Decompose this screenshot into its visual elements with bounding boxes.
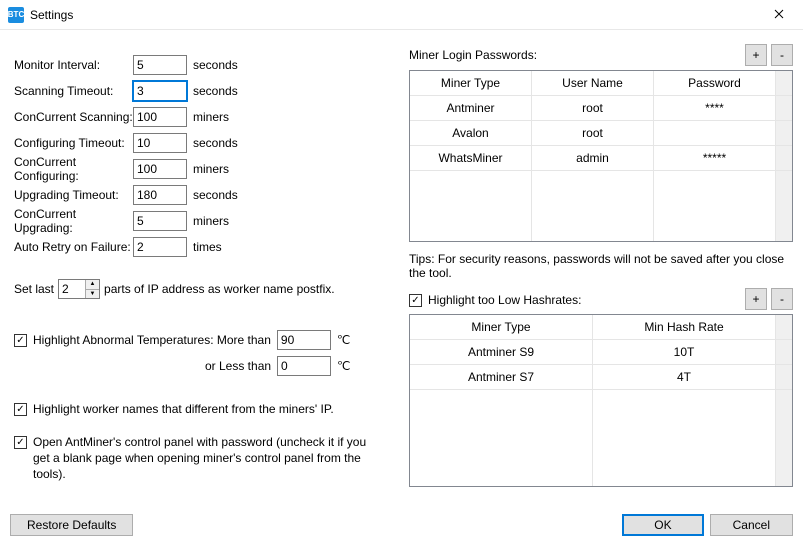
hashrate-remove-button[interactable]: - bbox=[771, 288, 793, 310]
login-hdr-pass: Password bbox=[654, 71, 776, 96]
upgrading-timeout-label: Upgrading Timeout: bbox=[10, 188, 133, 202]
table-row: Avalon root bbox=[410, 121, 792, 146]
hashrate-table[interactable]: Miner Type Min Hash Rate Antminer S9 10T… bbox=[409, 314, 793, 487]
configuring-timeout-unit: seconds bbox=[193, 136, 238, 150]
configuring-timeout-label: Configuring Timeout: bbox=[10, 136, 133, 150]
deg-c-1: ℃ bbox=[337, 333, 350, 347]
highlight-hashrate-checkbox[interactable] bbox=[409, 294, 422, 307]
cancel-button[interactable]: Cancel bbox=[710, 514, 793, 536]
login-cell[interactable]: Antminer bbox=[410, 96, 532, 121]
login-cell[interactable]: **** bbox=[654, 96, 776, 121]
highlight-temp-checkbox[interactable] bbox=[14, 334, 27, 347]
titlebar: BTC Settings bbox=[0, 0, 803, 30]
configuring-timeout-input[interactable] bbox=[133, 133, 187, 153]
login-remove-button[interactable]: - bbox=[771, 44, 793, 66]
spin-down-icon[interactable]: ▼ bbox=[85, 290, 99, 299]
table-row: Antminer S9 10T bbox=[410, 340, 792, 365]
table-row: Antminer root **** bbox=[410, 96, 792, 121]
tips-text: Tips: For security reasons, passwords wi… bbox=[409, 252, 793, 280]
login-cell[interactable]: root bbox=[532, 96, 654, 121]
hashrate-add-button[interactable]: + bbox=[745, 288, 767, 310]
concurrent-upgrading-input[interactable] bbox=[133, 211, 187, 231]
monitor-interval-input[interactable] bbox=[133, 55, 187, 75]
upgrading-timeout-input[interactable] bbox=[133, 185, 187, 205]
set-last-input[interactable] bbox=[59, 280, 85, 298]
login-hdr-user: User Name bbox=[532, 71, 654, 96]
or-less-label: or Less than bbox=[205, 359, 271, 373]
hash-cell[interactable]: 4T bbox=[593, 365, 776, 390]
table-row: Antminer S7 4T bbox=[410, 365, 792, 390]
login-cell[interactable]: root bbox=[532, 121, 654, 146]
table-empty bbox=[410, 171, 792, 241]
concurrent-upgrading-label: ConCurrent Upgrading: bbox=[10, 207, 133, 235]
temp-less-input[interactable] bbox=[277, 356, 331, 376]
spin-up-icon[interactable]: ▲ bbox=[85, 280, 99, 290]
temp-more-input[interactable] bbox=[277, 330, 331, 350]
login-cell[interactable]: WhatsMiner bbox=[410, 146, 532, 171]
scrollbar[interactable] bbox=[776, 315, 792, 340]
scanning-timeout-input[interactable] bbox=[133, 81, 187, 101]
hash-cell[interactable]: Antminer S9 bbox=[410, 340, 593, 365]
highlight-hashrate-label: Highlight too Low Hashrates: bbox=[428, 293, 581, 307]
ok-button[interactable]: OK bbox=[622, 514, 703, 536]
scrollbar[interactable] bbox=[776, 71, 792, 96]
login-cell[interactable]: Avalon bbox=[410, 121, 532, 146]
concurrent-configuring-unit: miners bbox=[193, 162, 229, 176]
login-cell[interactable]: admin bbox=[532, 146, 654, 171]
close-icon[interactable] bbox=[759, 0, 799, 28]
scanning-timeout-unit: seconds bbox=[193, 84, 238, 98]
login-hdr-type: Miner Type bbox=[410, 71, 532, 96]
table-empty bbox=[410, 390, 792, 486]
auto-retry-input[interactable] bbox=[133, 237, 187, 257]
upgrading-timeout-unit: seconds bbox=[193, 188, 238, 202]
monitor-interval-label: Monitor Interval: bbox=[10, 58, 133, 72]
set-last-post: parts of IP address as worker name postf… bbox=[104, 282, 335, 296]
scanning-timeout-label: Scanning Timeout: bbox=[10, 84, 133, 98]
concurrent-scanning-label: ConCurrent Scanning: bbox=[10, 110, 133, 124]
open-panel-label: Open AntMiner's control panel with passw… bbox=[33, 434, 383, 483]
hash-cell[interactable]: Antminer S7 bbox=[410, 365, 593, 390]
set-last-spinner[interactable]: ▲ ▼ bbox=[58, 279, 100, 299]
concurrent-upgrading-unit: miners bbox=[193, 214, 229, 228]
open-panel-checkbox[interactable] bbox=[14, 436, 27, 449]
highlight-temp-label: Highlight Abnormal Temperatures: More th… bbox=[33, 333, 271, 347]
highlight-worker-label: Highlight worker names that different fr… bbox=[33, 402, 334, 416]
login-passwords-label: Miner Login Passwords: bbox=[409, 48, 537, 62]
monitor-interval-unit: seconds bbox=[193, 58, 238, 72]
concurrent-configuring-input[interactable] bbox=[133, 159, 187, 179]
concurrent-configuring-label: ConCurrent Configuring: bbox=[10, 155, 133, 183]
login-table[interactable]: Miner Type User Name Password Antminer r… bbox=[409, 70, 793, 242]
login-cell[interactable]: ***** bbox=[654, 146, 776, 171]
hash-hdr-type: Miner Type bbox=[410, 315, 593, 340]
auto-retry-unit: times bbox=[193, 240, 222, 254]
table-row: WhatsMiner admin ***** bbox=[410, 146, 792, 171]
restore-defaults-button[interactable]: Restore Defaults bbox=[10, 514, 133, 536]
highlight-worker-checkbox[interactable] bbox=[14, 403, 27, 416]
window-title: Settings bbox=[30, 8, 73, 22]
hash-hdr-min: Min Hash Rate bbox=[593, 315, 776, 340]
auto-retry-label: Auto Retry on Failure: bbox=[10, 240, 133, 254]
hash-cell[interactable]: 10T bbox=[593, 340, 776, 365]
set-last-pre: Set last bbox=[14, 282, 54, 296]
login-cell[interactable] bbox=[654, 121, 776, 146]
concurrent-scanning-unit: miners bbox=[193, 110, 229, 124]
login-add-button[interactable]: + bbox=[745, 44, 767, 66]
app-icon: BTC bbox=[8, 7, 24, 23]
concurrent-scanning-input[interactable] bbox=[133, 107, 187, 127]
deg-c-2: ℃ bbox=[337, 359, 350, 373]
